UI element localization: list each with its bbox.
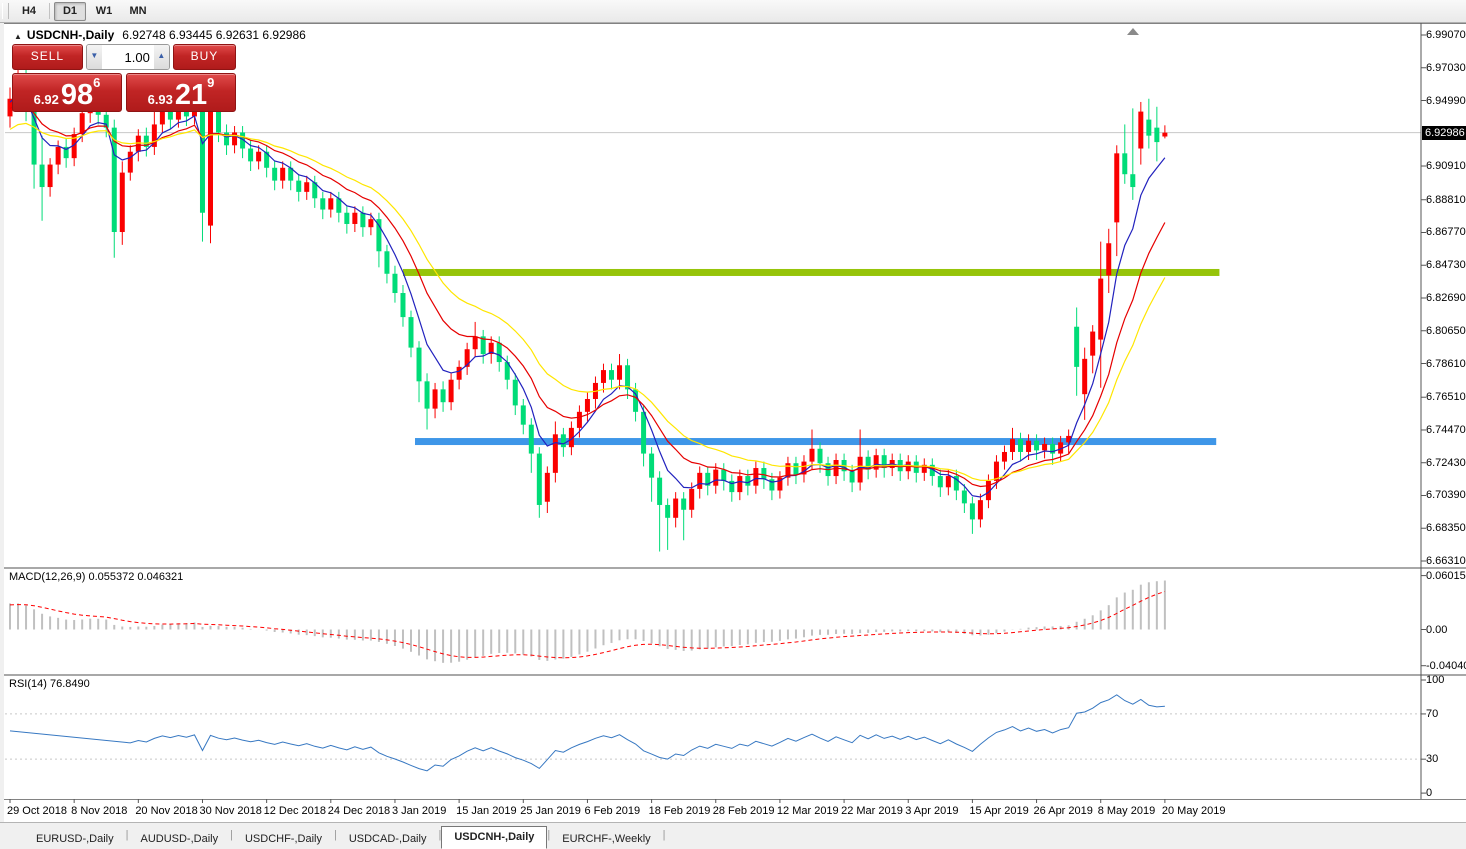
- date-tick-label: 24 Dec 2018: [328, 805, 390, 817]
- date-tick-label: 22 Mar 2019: [841, 805, 903, 817]
- volume-input[interactable]: [102, 45, 154, 69]
- buy-price-small: 6.93: [148, 92, 173, 108]
- buy-price-sup: 9: [207, 75, 214, 90]
- sell-price-sup: 6: [93, 75, 100, 90]
- price-tick-label: 6.82690: [1426, 292, 1466, 304]
- price-tick-label: 6.78610: [1426, 358, 1466, 370]
- rsi-label: RSI(14) 76.8490: [9, 678, 90, 690]
- date-tick-label: 18 Feb 2019: [649, 805, 711, 817]
- price-tick-label: 6.94990: [1426, 95, 1466, 107]
- price-tick-label: 6.86770: [1426, 226, 1466, 238]
- volume-stepper: ▼ ▲: [86, 44, 170, 70]
- chart-ohlc-values: 6.92748 6.93445 6.92631 6.92986: [122, 28, 306, 42]
- sell-price-big: 98: [61, 82, 93, 108]
- price-tick-label: 6.90910: [1426, 160, 1466, 172]
- timeframe-toolbar: H4 D1W1MN: [0, 0, 1466, 23]
- date-tick-label: 28 Feb 2019: [713, 805, 775, 817]
- timeframe-button-d1[interactable]: D1: [54, 2, 86, 21]
- price-tick-label: 6.88810: [1426, 194, 1466, 206]
- macd-label: MACD(12,26,9) 0.055372 0.046321: [9, 571, 183, 583]
- price-tick-label: 6.84730: [1426, 259, 1466, 271]
- rsi-tick-label: 100: [1426, 674, 1444, 686]
- chart-tab-usdchf[interactable]: USDCHF-,Daily: [233, 829, 334, 849]
- price-tick-label: 6.66310: [1426, 555, 1466, 567]
- current-price-label: 6.92986: [1422, 126, 1466, 140]
- sell-button[interactable]: SELL: [12, 44, 83, 70]
- date-tick-label: 30 Nov 2018: [199, 805, 261, 817]
- chart-tab-usdcnh[interactable]: USDCNH-,Daily: [441, 826, 547, 849]
- buy-price-button[interactable]: 6.93219: [126, 73, 236, 112]
- volume-decrease-button[interactable]: ▼: [87, 45, 102, 69]
- chart-symbol-title: USDCNH-,Daily: [27, 28, 114, 42]
- one-click-trade-widget: SELL ▼ ▲ BUY 6.92986 6.93219: [12, 44, 236, 112]
- date-tick-label: 20 Nov 2018: [135, 805, 197, 817]
- collapse-triangle-icon[interactable]: ▲: [14, 32, 22, 41]
- price-tick-label: 6.70390: [1426, 489, 1466, 501]
- price-tick-label: 6.72430: [1426, 457, 1466, 469]
- date-tick-label: 12 Mar 2019: [777, 805, 839, 817]
- timeframe-button-mn[interactable]: MN: [122, 2, 154, 21]
- date-tick-label: 3 Apr 2019: [905, 805, 958, 817]
- macd-tick-label: 0.060159: [1426, 570, 1466, 582]
- chart-tab-usdcad[interactable]: USDCAD-,Daily: [337, 829, 439, 849]
- price-tick-label: 6.74470: [1426, 424, 1466, 436]
- price-tick-label: 6.68350: [1426, 522, 1466, 534]
- volume-increase-button[interactable]: ▲: [154, 45, 169, 69]
- date-tick-label: 26 Apr 2019: [1034, 805, 1093, 817]
- chart-tab-eurusd[interactable]: EURUSD-,Daily: [24, 829, 126, 849]
- timeframe-button-w1[interactable]: W1: [88, 2, 120, 21]
- date-tick-label: 6 Feb 2019: [584, 805, 640, 817]
- date-tick-label: 12 Dec 2018: [264, 805, 326, 817]
- rsi-chart-area[interactable]: [5, 674, 1421, 798]
- rsi-tick-label: 70: [1426, 708, 1438, 720]
- date-tick-label: 15 Apr 2019: [969, 805, 1028, 817]
- sell-price-button[interactable]: 6.92986: [12, 73, 122, 112]
- tab-separator: |: [663, 829, 666, 841]
- toolbar-separator: [49, 3, 50, 19]
- terminal-window: H4 D1W1MN ▲ USDCNH-,Daily 6.92748 6.93445 6…: [0, 0, 1466, 849]
- chart-header: ▲ USDCNH-,Daily 6.92748 6.93445 6.92631 6.…: [14, 28, 306, 42]
- date-tick-label: 3 Jan 2019: [392, 805, 446, 817]
- rsi-tick-label: 30: [1426, 753, 1438, 765]
- price-tick-label: 6.97030: [1426, 62, 1466, 74]
- price-tick-label: 6.99070: [1426, 29, 1466, 41]
- symbol-tab-bar: EURUSD-,Daily|AUDUSD-,Daily|USDCHF-,Dail…: [0, 822, 1466, 849]
- toolbar-grip[interactable]: [2, 3, 9, 19]
- sell-price-small: 6.92: [34, 92, 59, 108]
- date-tick-label: 20 May 2019: [1162, 805, 1226, 817]
- price-tick-label: 6.76510: [1426, 391, 1466, 403]
- date-tick-label: 8 May 2019: [1098, 805, 1155, 817]
- date-tick-label: 15 Jan 2019: [456, 805, 517, 817]
- chart-tab-audusd[interactable]: AUDUSD-,Daily: [128, 829, 230, 849]
- macd-tick-label: -0.040407: [1426, 660, 1466, 672]
- date-tick-label: 25 Jan 2019: [520, 805, 581, 817]
- buy-button[interactable]: BUY: [173, 44, 236, 70]
- buy-price-big: 21: [175, 82, 207, 108]
- date-tick-label: 29 Oct 2018: [7, 805, 67, 817]
- date-tick-label: 8 Nov 2018: [71, 805, 127, 817]
- rsi-tick-label: 0: [1426, 787, 1432, 799]
- price-tick-label: 6.80650: [1426, 325, 1466, 337]
- chart-tab-eurchf[interactable]: EURCHF-,Weekly: [550, 829, 662, 849]
- macd-chart-area[interactable]: [5, 567, 1421, 673]
- macd-tick-label: 0.00: [1426, 624, 1447, 636]
- timeframe-button-h4[interactable]: H4: [13, 2, 45, 21]
